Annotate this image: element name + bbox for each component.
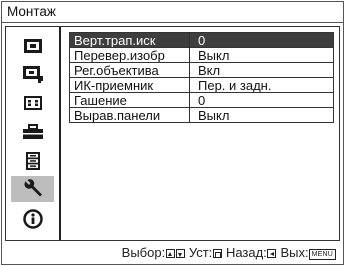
menu-row-label: Перевер.изобр: [69, 47, 189, 63]
sidebar-item-installation[interactable]: [11, 176, 54, 202]
left-key-icon: [267, 249, 277, 258]
key-guide: Выбор: Уст: Назад: Вых: MENU: [2, 243, 343, 264]
sidebar-item-menu-settings[interactable]: [11, 148, 54, 174]
menu-row-lens-control[interactable]: Рег.объектива Вкл: [69, 62, 334, 78]
sidebar-item-screen[interactable]: [11, 90, 54, 116]
menu-content: Верт.трап.иск 0 Перевер.изобр Выкл Рег.о…: [59, 27, 339, 240]
sidebar-item-information[interactable]: [11, 206, 54, 232]
select-guide-label: Выбор:: [121, 245, 166, 260]
menu-row-ir-receiver[interactable]: ИК-приемник Пер. и задн.: [69, 77, 334, 93]
up-key-icon: [165, 249, 175, 258]
toolbox-icon: [22, 124, 43, 139]
menu-row-keystone[interactable]: Верт.трап.иск 0: [69, 32, 334, 48]
menu-row-label: Верт.трап.иск: [69, 32, 189, 48]
sidebar-item-picture[interactable]: [11, 33, 54, 59]
menu-row-label: Вырав.панели: [69, 107, 189, 123]
menu-list-icon: [25, 152, 40, 170]
info-icon: [22, 209, 43, 229]
sidebar-item-picture-adjust[interactable]: [11, 61, 54, 87]
menu-row-label: Гашение: [69, 92, 189, 108]
screen-icon: [23, 96, 42, 110]
menu-row-value: 0: [189, 32, 334, 48]
menu-row-label: Рег.объектива: [69, 62, 189, 78]
picture-icon: [23, 39, 42, 53]
sidebar-item-setup[interactable]: [11, 119, 54, 145]
exit-guide-label: Вых:: [280, 245, 309, 260]
menu-key-icon: MENU: [308, 249, 336, 260]
menu-window: Монтаж Верт.трап.иск 0 Перевер.изобр Вык…: [1, 1, 344, 265]
menu-row-image-flip[interactable]: Перевер.изобр Выкл: [69, 47, 334, 63]
enter-key-icon: [212, 249, 222, 258]
category-sidebar: [6, 27, 59, 240]
wrench-icon: [24, 179, 42, 197]
menu-row-blanking[interactable]: Гашение 0: [69, 92, 334, 108]
menu-row-panel-alignment[interactable]: Вырав.панели Выкл: [69, 107, 334, 123]
menu-row-label: ИК-приемник: [69, 77, 189, 93]
set-guide-label: Уст:: [188, 245, 213, 260]
menu-row-value: 0: [189, 92, 334, 108]
down-key-icon: [175, 249, 185, 258]
menu-row-value: Пер. и задн.: [189, 77, 334, 93]
menu-row-value: Вкл: [189, 62, 334, 78]
menu-row-value: Выкл: [189, 107, 334, 123]
back-guide-label: Назад:: [225, 245, 267, 260]
menu-row-value: Выкл: [189, 47, 334, 63]
menu-panel: Верт.трап.иск 0 Перевер.изобр Выкл Рег.о…: [5, 26, 340, 241]
menu-title: Монтаж: [2, 2, 343, 23]
picture-adjust-icon: [22, 66, 43, 83]
